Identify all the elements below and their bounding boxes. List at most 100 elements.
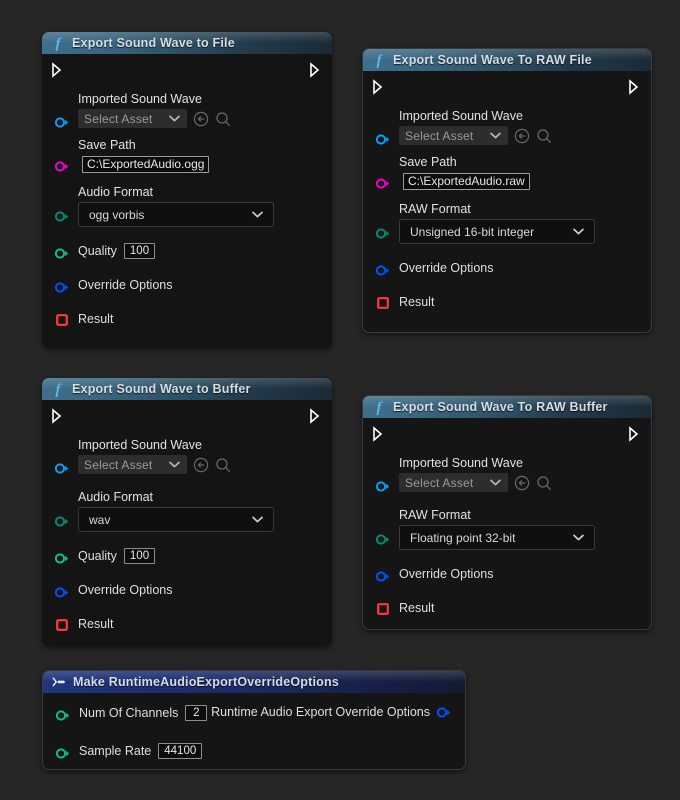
select-asset-dropdown[interactable]: Select Asset (78, 109, 187, 128)
enum-input-pin[interactable] (376, 226, 390, 237)
node-make-runtime-audio-export-override-options[interactable]: Make RuntimeAudioExportOverrideOptions N… (42, 670, 466, 770)
browse-back-icon[interactable] (193, 457, 209, 473)
string-input-pin[interactable] (376, 176, 390, 187)
select-asset-dropdown[interactable]: Select Asset (399, 473, 508, 492)
num-of-channels-input[interactable]: 2 (185, 705, 207, 721)
node-title-bar[interactable]: f Export Sound Wave to File (42, 32, 332, 54)
browse-back-icon[interactable] (193, 111, 209, 127)
struct-input-pin[interactable] (376, 569, 390, 580)
save-path-value: C:\ExportedAudio.raw (408, 174, 525, 188)
node-title: Export Sound Wave To RAW Buffer (393, 400, 608, 414)
node-export-sound-wave-to-raw-buffer[interactable]: f Export Sound Wave To RAW Buffer (362, 395, 652, 630)
select-asset-dropdown[interactable]: Select Asset (399, 126, 508, 145)
audio-format-dropdown[interactable]: ogg vorbis (78, 202, 274, 227)
exec-in-pin[interactable] (372, 426, 386, 442)
field-audio-format: Audio Format wav (42, 490, 332, 532)
delegate-output-pin[interactable] (56, 618, 70, 629)
row-result: Result (42, 614, 332, 634)
field-imported-sound-wave: Imported Sound Wave Select Asset (363, 456, 651, 492)
browse-back-icon[interactable] (514, 475, 530, 491)
delegate-output-pin[interactable] (56, 313, 70, 324)
delegate-output-pin[interactable] (377, 602, 391, 613)
asset-picker[interactable]: Select Asset (78, 455, 322, 474)
node-title-bar[interactable]: f Export Sound Wave To RAW File (363, 49, 651, 71)
quality-label: Quality (78, 549, 117, 563)
asset-picker[interactable]: Select Asset (78, 109, 322, 128)
chevron-down-icon (572, 533, 585, 542)
audio-format-value: wav (89, 513, 110, 527)
save-path-input[interactable]: C:\ExportedAudio.ogg (82, 156, 209, 173)
quality-value: 100 (130, 550, 149, 562)
audio-format-dropdown[interactable]: wav (78, 507, 274, 532)
exec-out-pin[interactable] (309, 408, 323, 424)
select-asset-label: Select Asset (405, 129, 473, 143)
asset-picker[interactable]: Select Asset (399, 126, 641, 145)
exec-in-pin[interactable] (51, 408, 65, 424)
node-title-bar[interactable]: f Export Sound Wave To RAW Buffer (363, 396, 651, 418)
object-input-pin[interactable] (55, 115, 69, 126)
raw-format-dropdown[interactable]: Unsigned 16-bit integer (399, 219, 595, 244)
raw-format-dropdown[interactable]: Floating point 32-bit (399, 525, 595, 550)
chevron-down-icon (489, 131, 502, 140)
quality-input[interactable]: 100 (124, 243, 155, 259)
search-icon[interactable] (536, 475, 552, 491)
sample-rate-input[interactable]: 44100 (158, 743, 202, 759)
object-input-pin[interactable] (376, 479, 390, 490)
exec-in-pin[interactable] (51, 62, 65, 78)
exec-row (42, 400, 332, 430)
exec-out-pin[interactable] (309, 62, 323, 78)
enum-input-pin[interactable] (55, 209, 69, 220)
object-input-pin[interactable] (376, 132, 390, 143)
select-asset-dropdown[interactable]: Select Asset (78, 455, 187, 474)
sample-rate-label: Sample Rate (79, 744, 151, 758)
exec-out-pin[interactable] (628, 79, 642, 95)
exec-out-pin[interactable] (628, 426, 642, 442)
node-title: Export Sound Wave to Buffer (72, 382, 251, 396)
search-icon[interactable] (536, 128, 552, 144)
struct-input-pin[interactable] (55, 280, 69, 291)
node-body: Imported Sound Wave Select Asset (363, 71, 651, 312)
int-input-pin[interactable] (55, 551, 69, 562)
result-label: Result (78, 617, 113, 631)
int-input-pin[interactable] (56, 708, 70, 719)
row-sample-rate: Sample Rate 44100 (43, 741, 465, 761)
enum-input-pin[interactable] (55, 514, 69, 525)
asset-picker[interactable]: Select Asset (399, 473, 641, 492)
string-input-pin[interactable] (55, 159, 69, 170)
node-export-sound-wave-to-raw-file[interactable]: f Export Sound Wave To RAW File (362, 48, 652, 333)
exec-row (363, 71, 651, 101)
node-export-sound-wave-to-buffer[interactable]: f Export Sound Wave to Buffer (42, 378, 332, 646)
node-title-bar[interactable]: f Export Sound Wave to Buffer (42, 378, 332, 400)
audio-format-value: ogg vorbis (89, 208, 144, 222)
override-options-label: Override Options (78, 583, 172, 597)
override-options-label: Override Options (399, 567, 493, 581)
blueprint-canvas[interactable]: f Export Sound Wave to File (0, 0, 680, 800)
struct-input-pin[interactable] (55, 585, 69, 596)
field-raw-format: RAW Format Unsigned 16-bit integer (363, 202, 651, 244)
exec-in-pin[interactable] (372, 79, 386, 95)
field-label: Save Path (78, 138, 322, 153)
field-label: Audio Format (78, 185, 322, 200)
browse-back-icon[interactable] (514, 128, 530, 144)
quality-value: 100 (130, 245, 149, 257)
search-icon[interactable] (215, 111, 231, 127)
struct-input-pin[interactable] (376, 263, 390, 274)
node-title-bar[interactable]: Make RuntimeAudioExportOverrideOptions (43, 671, 465, 693)
int-input-pin[interactable] (56, 746, 70, 757)
delegate-output-pin[interactable] (377, 296, 391, 307)
field-label: RAW Format (399, 202, 641, 217)
row-override-options: Override Options (363, 564, 651, 584)
row-override-options: Override Options (363, 258, 651, 278)
object-input-pin[interactable] (55, 461, 69, 472)
quality-input[interactable]: 100 (124, 548, 155, 564)
search-icon[interactable] (215, 457, 231, 473)
node-body: Imported Sound Wave Select Asset (42, 54, 332, 329)
node-export-sound-wave-to-file[interactable]: f Export Sound Wave to File (42, 32, 332, 348)
save-path-input[interactable]: C:\ExportedAudio.raw (403, 173, 530, 190)
int-input-pin[interactable] (55, 246, 69, 257)
struct-output-pin[interactable] (437, 707, 451, 718)
chevron-down-icon (489, 478, 502, 487)
enum-input-pin[interactable] (376, 532, 390, 543)
row-result: Result (363, 292, 651, 312)
raw-format-value: Floating point 32-bit (410, 531, 515, 545)
